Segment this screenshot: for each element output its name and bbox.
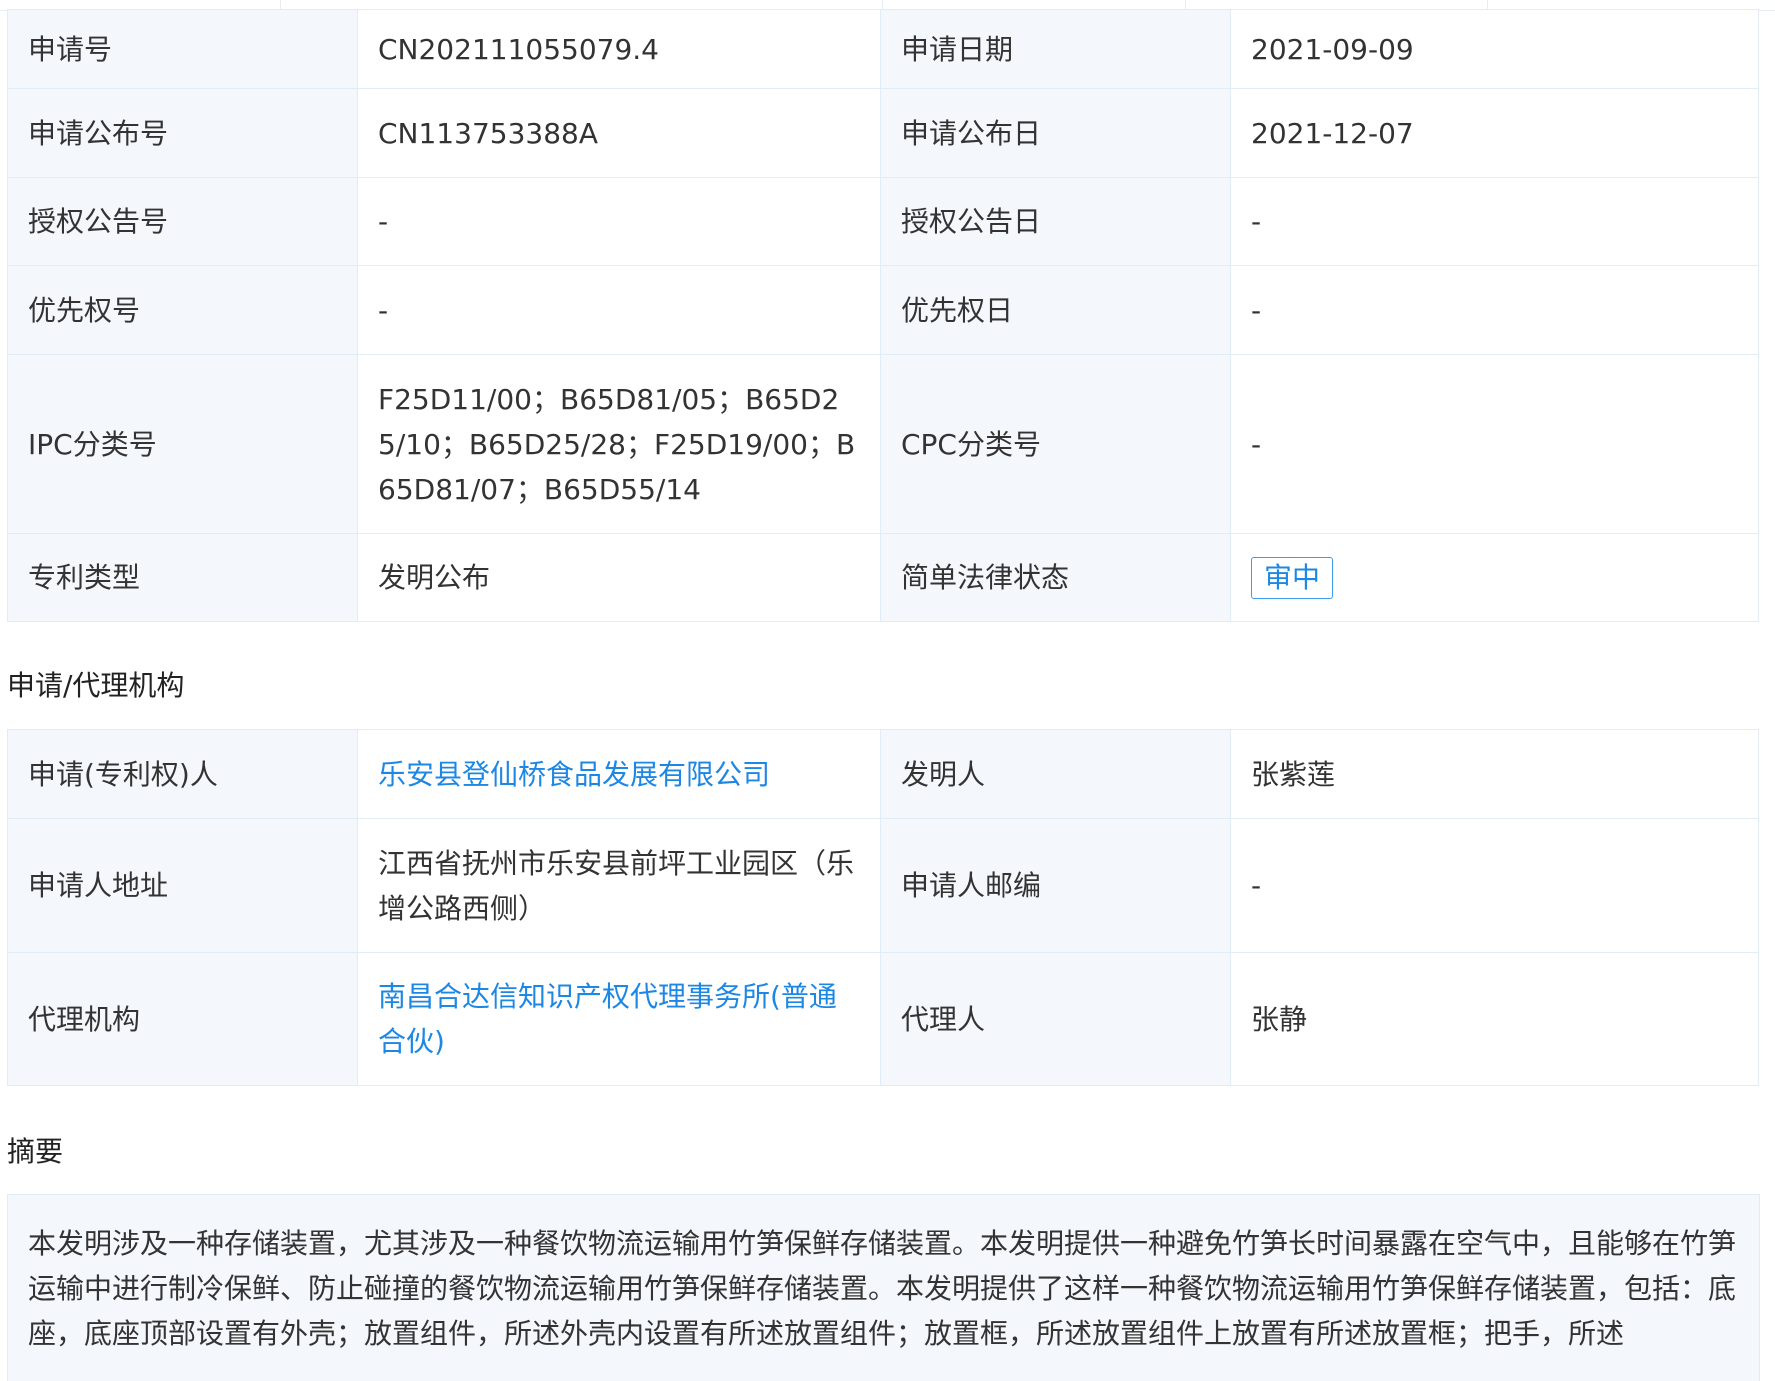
value-cpc: -	[1230, 354, 1759, 534]
value-patent-type: 发明公布	[357, 533, 881, 622]
legal-status-badge[interactable]: 审中	[1251, 557, 1334, 599]
label-priority-date: 优先权日	[880, 265, 1231, 355]
value-agent: 张静	[1230, 952, 1759, 1086]
value-application-number: CN202111055079.4	[357, 9, 881, 89]
label-application-number: 申请号	[7, 9, 358, 89]
abstract-section-title: 摘要	[7, 1135, 64, 1168]
table-row: 申请人地址 江西省抚州市乐安县前坪工业园区（乐增公路西侧） 申请人邮编 -	[7, 818, 1759, 953]
table-row: 授权公告号 - 授权公告日 -	[7, 177, 1759, 266]
value-publication-date: 2021-12-07	[1230, 88, 1759, 178]
label-grant-date: 授权公告日	[880, 177, 1231, 266]
table-row: 申请(专利权)人 乐安县登仙桥食品发展有限公司 发明人 张紫莲	[7, 729, 1759, 819]
applicant-cell: 乐安县登仙桥食品发展有限公司	[357, 729, 881, 819]
table-row: 申请公布号 CN113753388A 申请公布日 2021-12-07	[7, 88, 1759, 178]
label-cpc: CPC分类号	[880, 354, 1231, 534]
value-priority-number: -	[357, 265, 881, 355]
applicant-link[interactable]: 乐安县登仙桥食品发展有限公司	[378, 758, 770, 791]
agency-cell: 南昌合达信知识产权代理事务所(普通合伙)	[357, 952, 881, 1086]
label-publication-date: 申请公布日	[880, 88, 1231, 178]
table-row: 代理机构 南昌合达信知识产权代理事务所(普通合伙) 代理人 张静	[7, 952, 1759, 1086]
label-applicant-postcode: 申请人邮编	[880, 818, 1231, 953]
agency-link[interactable]: 南昌合达信知识产权代理事务所(普通合伙)	[378, 980, 837, 1058]
label-patent-type: 专利类型	[7, 533, 358, 622]
value-grant-number: -	[357, 177, 881, 266]
value-application-date: 2021-09-09	[1230, 9, 1759, 89]
value-publication-number: CN113753388A	[357, 88, 881, 178]
label-legal-status: 简单法律状态	[880, 533, 1231, 622]
label-applicant: 申请(专利权)人	[7, 729, 358, 819]
agency-section-title: 申请/代理机构	[7, 669, 185, 702]
value-inventor: 张紫莲	[1230, 729, 1759, 819]
label-agent: 代理人	[880, 952, 1231, 1086]
agency-table: 申请(专利权)人 乐安县登仙桥食品发展有限公司 发明人 张紫莲 申请人地址 江西…	[7, 729, 1759, 1086]
label-inventor: 发明人	[880, 729, 1231, 819]
table-row: 优先权号 - 优先权日 -	[7, 265, 1759, 355]
label-ipc: IPC分类号	[7, 354, 358, 534]
label-priority-number: 优先权号	[7, 265, 358, 355]
label-agency: 代理机构	[7, 952, 358, 1086]
label-publication-number: 申请公布号	[7, 88, 358, 178]
value-applicant-address: 江西省抚州市乐安县前坪工业园区（乐增公路西侧）	[357, 818, 881, 953]
value-grant-date: -	[1230, 177, 1759, 266]
label-applicant-address: 申请人地址	[7, 818, 358, 953]
table-row: 申请号 CN202111055079.4 申请日期 2021-09-09	[7, 9, 1759, 89]
legal-status-cell: 审中	[1230, 533, 1759, 622]
abstract-text: 本发明涉及一种存储装置，尤其涉及一种餐饮物流运输用竹笋保鲜存储装置。本发明提供一…	[7, 1194, 1760, 1381]
table-row: 专利类型 发明公布 简单法律状态 审中	[7, 533, 1759, 622]
label-application-date: 申请日期	[880, 9, 1231, 89]
label-grant-number: 授权公告号	[7, 177, 358, 266]
table-row: IPC分类号 F25D11/00；B65D81/05；B65D25/10；B65…	[7, 354, 1759, 534]
value-ipc: F25D11/00；B65D81/05；B65D25/10；B65D25/28；…	[357, 354, 881, 534]
value-priority-date: -	[1230, 265, 1759, 355]
value-applicant-postcode: -	[1230, 818, 1759, 953]
basic-info-table: 申请号 CN202111055079.4 申请日期 2021-09-09 申请公…	[7, 9, 1759, 622]
